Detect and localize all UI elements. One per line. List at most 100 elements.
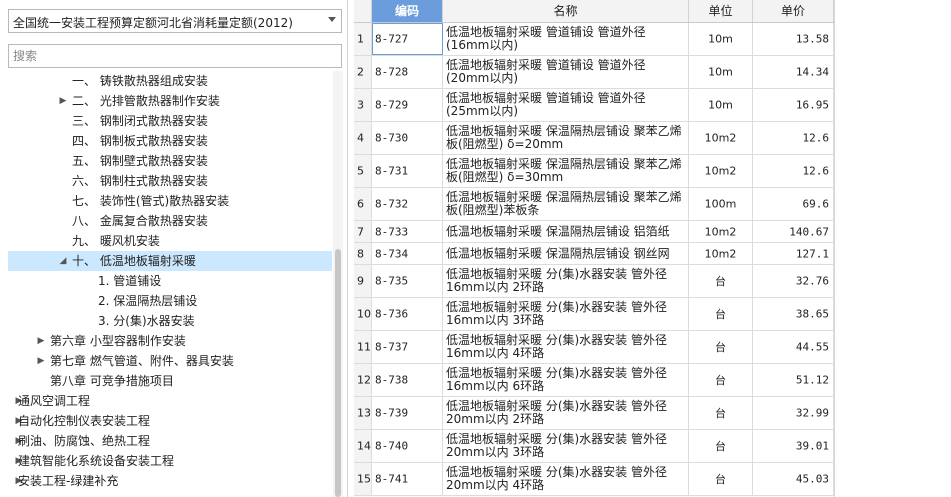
tree-node[interactable]: ◢ 十、 低温地板辐射采暖: [8, 251, 332, 271]
price-cell[interactable]: 44.55: [753, 331, 834, 363]
tree-node[interactable]: 七、 装饰性(管式)散热器安装: [8, 191, 332, 211]
row-index-cell[interactable]: 13: [354, 397, 372, 429]
unit-cell[interactable]: 台: [689, 430, 753, 462]
unit-cell[interactable]: 台: [689, 463, 753, 495]
code-cell[interactable]: 8-734: [372, 243, 443, 264]
code-cell[interactable]: 8-740: [372, 430, 443, 462]
row-index-cell[interactable]: 7: [354, 221, 372, 242]
table-row[interactable]: 4 8-730 低温地板辐射采暖 保温隔热层铺设 聚苯乙烯板(阻燃型) δ=20mm…: [354, 122, 834, 155]
row-index-cell[interactable]: 12: [354, 364, 372, 396]
tree-node[interactable]: 六、 钢制柱式散热器安装: [8, 171, 332, 191]
collapsed-triangle-icon[interactable]: ▶: [58, 91, 68, 111]
unit-cell[interactable]: 10m2: [689, 221, 753, 242]
unit-cell[interactable]: 10m: [689, 23, 753, 55]
chevron-down-icon[interactable]: [328, 17, 336, 22]
row-index-cell[interactable]: 4: [354, 122, 372, 154]
header-code[interactable]: 编码: [372, 0, 443, 22]
price-cell[interactable]: 12.6: [753, 122, 834, 154]
price-cell[interactable]: 69.6: [753, 188, 834, 220]
tree-node[interactable]: 九、 暖风机安装: [8, 231, 332, 251]
table-row[interactable]: 13 8-739 低温地板辐射采暖 分(集)水器安装 管外径20mm以内 2环路 台 3…: [354, 397, 834, 430]
name-cell[interactable]: 低温地板辐射采暖 分(集)水器安装 管外径20mm以内 4环路: [443, 463, 689, 495]
code-cell[interactable]: 8-731: [372, 155, 443, 187]
row-index-cell[interactable]: 8: [354, 243, 372, 264]
price-cell[interactable]: 51.12: [753, 364, 834, 396]
row-index-cell[interactable]: 5: [354, 155, 372, 187]
table-row[interactable]: 2 8-728 低温地板辐射采暖 管道铺设 管道外径(20mm以内) 10m 14.34: [354, 56, 834, 89]
code-cell[interactable]: 8-732: [372, 188, 443, 220]
expanded-triangle-icon[interactable]: ◢: [58, 251, 68, 271]
name-cell[interactable]: 低温地板辐射采暖 分(集)水器安装 管外径16mm以内 4环路: [443, 331, 689, 363]
price-cell[interactable]: 12.6: [753, 155, 834, 187]
unit-cell[interactable]: 台: [689, 265, 753, 297]
table-row[interactable]: 12 8-738 低温地板辐射采暖 分(集)水器安装 管外径16mm以内 6环路 台 5…: [354, 364, 834, 397]
code-cell[interactable]: 8-727: [372, 23, 443, 55]
price-cell[interactable]: 45.03: [753, 463, 834, 495]
unit-cell[interactable]: 10m: [689, 89, 753, 121]
tree-node[interactable]: 1. 管道铺设: [8, 271, 332, 291]
header-price[interactable]: 单价: [753, 0, 834, 22]
unit-cell[interactable]: 台: [689, 298, 753, 330]
tree-node[interactable]: 三、 钢制闭式散热器安装: [8, 111, 332, 131]
table-row[interactable]: 8 8-734 低温地板辐射采暖 保温隔热层铺设 钢丝网 10m2 127.1: [354, 243, 834, 265]
table-row[interactable]: 11 8-737 低温地板辐射采暖 分(集)水器安装 管外径16mm以内 4环路 台 4…: [354, 331, 834, 364]
code-cell[interactable]: 8-730: [372, 122, 443, 154]
tree-scrollbar-thumb[interactable]: [335, 249, 341, 497]
tree-node[interactable]: 3. 分(集)水器安装: [8, 311, 332, 331]
tree-node[interactable]: 第八章 可竞争措施项目: [8, 371, 332, 391]
name-cell[interactable]: 低温地板辐射采暖 分(集)水器安装 管外径16mm以内 6环路: [443, 364, 689, 396]
tree-node[interactable]: ▶ 刷油、防腐蚀、绝热工程: [8, 431, 332, 451]
price-cell[interactable]: 127.1: [753, 243, 834, 264]
unit-cell[interactable]: 10m2: [689, 155, 753, 187]
price-cell[interactable]: 39.01: [753, 430, 834, 462]
price-cell[interactable]: 140.67: [753, 221, 834, 242]
name-cell[interactable]: 低温地板辐射采暖 保温隔热层铺设 聚苯乙烯板(阻燃型)苯板条: [443, 188, 689, 220]
price-cell[interactable]: 14.34: [753, 56, 834, 88]
tree-node[interactable]: ▶ 第六章 小型容器制作安装: [8, 331, 332, 351]
price-cell[interactable]: 32.76: [753, 265, 834, 297]
row-index-cell[interactable]: 6: [354, 188, 372, 220]
table-row[interactable]: 14 8-740 低温地板辐射采暖 分(集)水器安装 管外径20mm以内 3环路 台 3…: [354, 430, 834, 463]
tree-node[interactable]: 五、 钢制壁式散热器安装: [8, 151, 332, 171]
search-input[interactable]: [8, 44, 342, 68]
tree-node[interactable]: 八、 金属复合散热器安装: [8, 211, 332, 231]
header-unit[interactable]: 单位: [689, 0, 753, 22]
tree-node[interactable]: 2. 保温隔热层铺设: [8, 291, 332, 311]
table-row[interactable]: 5 8-731 低温地板辐射采暖 保温隔热层铺设 聚苯乙烯板(阻燃型) δ=30mm…: [354, 155, 834, 188]
unit-cell[interactable]: 10m: [689, 56, 753, 88]
price-cell[interactable]: 13.58: [753, 23, 834, 55]
name-cell[interactable]: 低温地板辐射采暖 管道铺设 管道外径(25mm以内): [443, 89, 689, 121]
row-index-cell[interactable]: 11: [354, 331, 372, 363]
tree-node[interactable]: ▶ 第七章 燃气管道、附件、器具安装: [8, 351, 332, 371]
row-index-cell[interactable]: 15: [354, 463, 372, 495]
unit-cell[interactable]: 10m2: [689, 122, 753, 154]
unit-cell[interactable]: 台: [689, 331, 753, 363]
table-row[interactable]: 15 8-741 低温地板辐射采暖 分(集)水器安装 管外径20mm以内 4环路 台 4…: [354, 463, 834, 496]
table-row[interactable]: 9 8-735 低温地板辐射采暖 分(集)水器安装 管外径16mm以内 2环路 台 32…: [354, 265, 834, 298]
name-cell[interactable]: 低温地板辐射采暖 保温隔热层铺设 铝箔纸: [443, 221, 689, 242]
table-row[interactable]: 3 8-729 低温地板辐射采暖 管道铺设 管道外径(25mm以内) 10m 16.95: [354, 89, 834, 122]
table-row[interactable]: 7 8-733 低温地板辐射采暖 保温隔热层铺设 铝箔纸 10m2 140.67: [354, 221, 834, 243]
unit-cell[interactable]: 10m2: [689, 243, 753, 264]
collapsed-triangle-icon[interactable]: ▶: [36, 351, 46, 371]
name-cell[interactable]: 低温地板辐射采暖 管道铺设 管道外径(20mm以内): [443, 56, 689, 88]
table-row[interactable]: 10 8-736 低温地板辐射采暖 分(集)水器安装 管外径16mm以内 3环路 台 3…: [354, 298, 834, 331]
table-row[interactable]: 6 8-732 低温地板辐射采暖 保温隔热层铺设 聚苯乙烯板(阻燃型)苯板条 100m…: [354, 188, 834, 221]
tree-node[interactable]: ▶ 安装工程-绿建补充: [8, 471, 332, 491]
row-index-cell[interactable]: 3: [354, 89, 372, 121]
code-cell[interactable]: 8-741: [372, 463, 443, 495]
code-cell[interactable]: 8-739: [372, 397, 443, 429]
tree-node[interactable]: ▶ 自动化控制仪表安装工程: [8, 411, 332, 431]
tree-node[interactable]: 四、 钢制板式散热器安装: [8, 131, 332, 151]
code-cell[interactable]: 8-736: [372, 298, 443, 330]
name-cell[interactable]: 低温地板辐射采暖 分(集)水器安装 管外径20mm以内 3环路: [443, 430, 689, 462]
name-cell[interactable]: 低温地板辐射采暖 保温隔热层铺设 钢丝网: [443, 243, 689, 264]
code-cell[interactable]: 8-728: [372, 56, 443, 88]
row-index-cell[interactable]: 10: [354, 298, 372, 330]
row-index-cell[interactable]: 1: [354, 23, 372, 55]
code-cell[interactable]: 8-733: [372, 221, 443, 242]
tree-scrollbar[interactable]: [333, 71, 343, 497]
quota-library-select[interactable]: 全国统一安装工程预算定额河北省消耗量定额(2012): [8, 9, 342, 33]
tree-node[interactable]: ▶ 建筑智能化系统设备安装工程: [8, 451, 332, 471]
tree-node[interactable]: 一、 铸铁散热器组成安装: [8, 71, 332, 91]
